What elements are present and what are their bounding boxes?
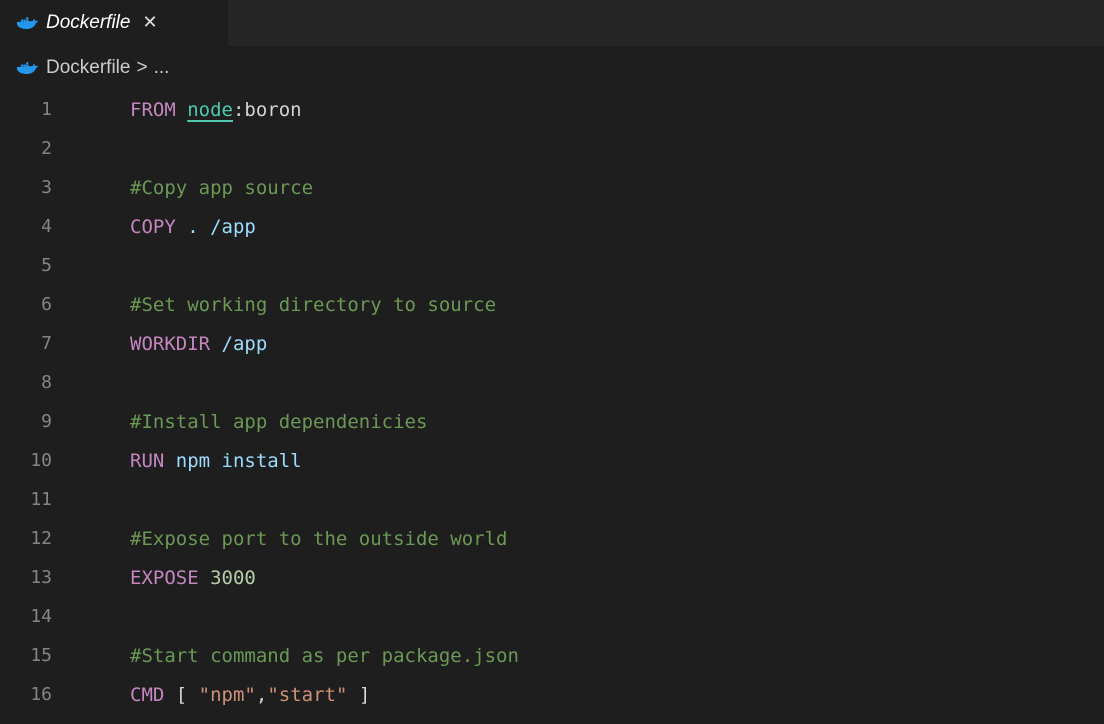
code-line[interactable]: 3 #Copy app source bbox=[0, 168, 1104, 207]
code-token: node bbox=[187, 98, 233, 121]
code-token: RUN bbox=[130, 449, 165, 472]
line-number: 4 bbox=[41, 216, 52, 237]
code-token: , bbox=[255, 683, 268, 706]
line-content: #Start command as per package.json bbox=[130, 645, 519, 667]
line-number: 10 bbox=[30, 450, 52, 471]
line-number: 7 bbox=[41, 333, 52, 354]
breadcrumb: Dockerfile > ... bbox=[0, 46, 1104, 90]
line-content: COPY . /app bbox=[130, 216, 256, 238]
code-token: ] bbox=[347, 683, 371, 706]
code-token: #Copy app source bbox=[130, 176, 314, 199]
code-token: /app bbox=[221, 332, 268, 355]
code-token: . /app bbox=[187, 215, 256, 238]
code-token: COPY bbox=[130, 215, 176, 238]
line-number: 13 bbox=[30, 567, 52, 588]
code-token: "start" bbox=[267, 683, 348, 706]
code-token: EXPOSE bbox=[130, 566, 199, 589]
breadcrumb-separator: > bbox=[136, 57, 148, 78]
code-line[interactable]: 14 bbox=[0, 597, 1104, 636]
tab-dockerfile[interactable]: Dockerfile ✕ bbox=[0, 0, 228, 46]
line-content: #Install app dependenicies bbox=[130, 411, 427, 433]
code-line[interactable]: 9 #Install app dependenicies bbox=[0, 402, 1104, 441]
code-token: FROM bbox=[130, 98, 176, 121]
line-content: EXPOSE 3000 bbox=[130, 567, 256, 589]
line-number: 3 bbox=[41, 177, 52, 198]
code-token: #Install app dependenicies bbox=[130, 410, 428, 433]
code-line[interactable]: 11 bbox=[0, 480, 1104, 519]
code-line[interactable]: 10 RUN npm install bbox=[0, 441, 1104, 480]
line-number: 9 bbox=[41, 411, 52, 432]
code-line[interactable]: 4 COPY . /app bbox=[0, 207, 1104, 246]
tab-label: Dockerfile bbox=[46, 12, 131, 33]
code-token: npm install bbox=[175, 449, 302, 472]
code-token: 3000 bbox=[210, 566, 256, 589]
code-line[interactable]: 12 #Expose port to the outside world bbox=[0, 519, 1104, 558]
breadcrumb-rest[interactable]: ... bbox=[154, 57, 170, 79]
code-token: "npm" bbox=[198, 683, 256, 706]
code-editor[interactable]: 1 FROM node:boron 2 3 #Copy app source 4 COPY … bbox=[0, 90, 1104, 724]
close-icon[interactable]: ✕ bbox=[142, 14, 157, 32]
line-number: 1 bbox=[41, 99, 52, 120]
code-line[interactable]: 13 EXPOSE 3000 bbox=[0, 558, 1104, 597]
code-line[interactable]: 5 bbox=[0, 246, 1104, 285]
code-token: #Expose port to the outside world bbox=[130, 527, 508, 550]
code-line[interactable]: 8 bbox=[0, 363, 1104, 402]
code-token: CMD bbox=[130, 683, 165, 706]
line-number: 15 bbox=[30, 645, 52, 666]
code-line[interactable]: 6 #Set working directory to source bbox=[0, 285, 1104, 324]
line-content: WORKDIR /app bbox=[130, 333, 267, 355]
line-content: FROM node:boron bbox=[130, 99, 302, 121]
code-token: WORKDIR bbox=[130, 332, 211, 355]
line-number: 16 bbox=[30, 684, 52, 705]
code-token: :boron bbox=[232, 98, 302, 121]
docker-icon bbox=[16, 60, 38, 76]
code-token: #Start command as per package.json bbox=[130, 644, 519, 667]
line-content: #Set working directory to source bbox=[130, 294, 496, 316]
line-number: 8 bbox=[41, 372, 52, 393]
code-line[interactable]: 2 bbox=[0, 129, 1104, 168]
line-number: 14 bbox=[30, 606, 52, 627]
line-number: 6 bbox=[41, 294, 52, 315]
line-number: 11 bbox=[30, 489, 52, 510]
code-line[interactable]: 7 WORKDIR /app bbox=[0, 324, 1104, 363]
code-line[interactable]: 1 FROM node:boron bbox=[0, 90, 1104, 129]
code-token: #Set working directory to source bbox=[130, 293, 497, 316]
code-line[interactable]: 15 #Start command as per package.json bbox=[0, 636, 1104, 675]
line-content: RUN npm install bbox=[130, 450, 302, 472]
tab-bar: Dockerfile ✕ bbox=[0, 0, 1104, 46]
breadcrumb-file[interactable]: Dockerfile bbox=[46, 57, 130, 79]
line-number: 12 bbox=[30, 528, 52, 549]
line-number: 5 bbox=[41, 255, 52, 276]
docker-icon bbox=[16, 15, 38, 31]
line-content: #Expose port to the outside world bbox=[130, 528, 508, 550]
line-number: 2 bbox=[41, 138, 52, 159]
line-content: #Copy app source bbox=[130, 177, 313, 199]
code-token: [ bbox=[164, 683, 199, 706]
code-line[interactable]: 16 CMD [ "npm","start" ] bbox=[0, 675, 1104, 714]
line-content: CMD [ "npm","start" ] bbox=[130, 684, 370, 706]
